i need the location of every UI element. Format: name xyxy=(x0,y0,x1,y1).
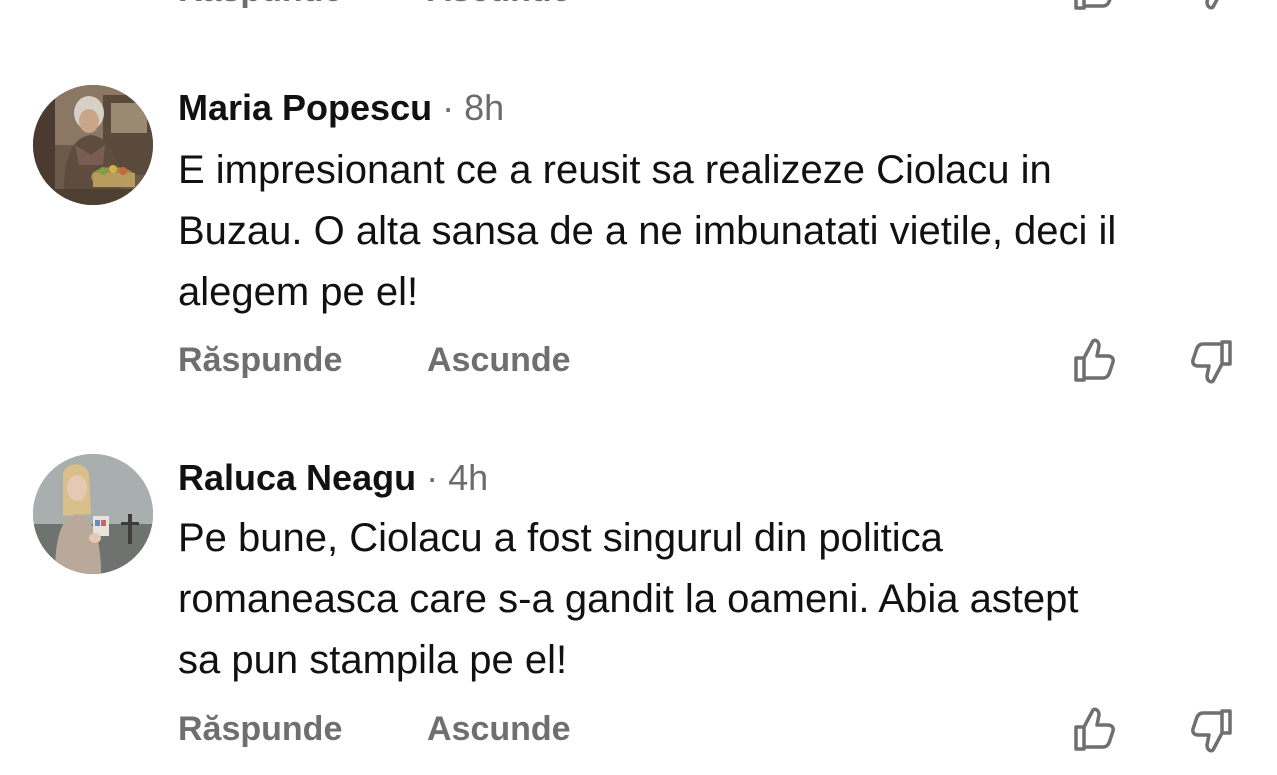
comment-line: romaneasca care s-a gandit la oameni. Ab… xyxy=(178,577,1079,621)
timestamp[interactable]: 4h xyxy=(448,457,488,498)
thumbs-down-icon[interactable] xyxy=(1190,707,1238,755)
avatar[interactable] xyxy=(33,454,153,574)
separator-dot: · xyxy=(426,457,439,498)
author-name[interactable]: Raluca Neagu xyxy=(178,457,416,498)
thumbs-up-icon[interactable] xyxy=(1068,705,1116,753)
comment-line: Pe bune, Ciolacu a fost singurul din pol… xyxy=(178,516,943,560)
comment-body: Pe bune, Ciolacu a fost singurul din pol… xyxy=(178,508,1258,691)
reply-button[interactable]: Răspunde xyxy=(178,709,342,749)
comment-line: sa pun stampila pe el! xyxy=(178,638,568,682)
avatar-photo xyxy=(33,454,153,574)
hide-button[interactable]: Ascunde xyxy=(427,709,571,749)
comment: Raluca Neagu · 4h Pe bune, Ciolacu a fos… xyxy=(0,0,1277,775)
comment-header: Raluca Neagu · 4h xyxy=(178,456,488,500)
